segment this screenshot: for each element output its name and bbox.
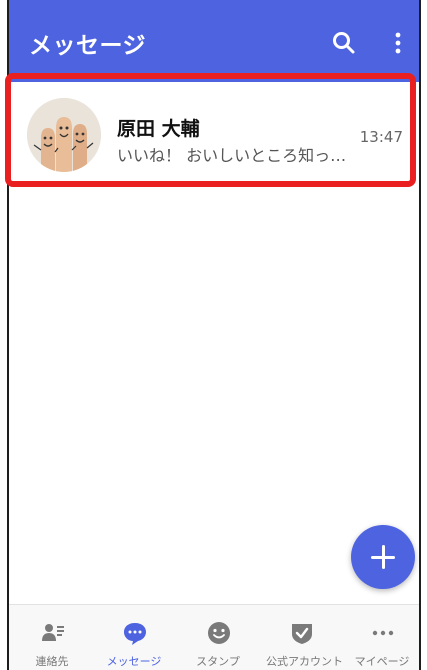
tab-label: 公式アカウント: [266, 655, 343, 668]
tab-contacts[interactable]: 連絡先: [17, 615, 87, 670]
tab-label: メッセージ: [106, 655, 162, 668]
new-chat-button[interactable]: [351, 525, 415, 589]
tab-label: スタンプ: [196, 655, 240, 668]
tab-messages[interactable]: メッセージ: [99, 615, 169, 670]
contacts-icon: [42, 624, 64, 641]
highlight-frame: [5, 73, 416, 187]
shield-check-icon: [292, 624, 312, 644]
more-vertical-icon[interactable]: [391, 30, 405, 56]
app-bar: メッセージ: [9, 0, 419, 82]
search-icon[interactable]: [331, 30, 357, 56]
tab-label: マイページ: [354, 655, 410, 668]
tab-stamps[interactable]: スタンプ: [183, 615, 253, 670]
tab-my-page[interactable]: マイページ: [347, 615, 417, 670]
tab-label: 連絡先: [35, 655, 69, 668]
smile-icon: [208, 622, 230, 644]
page-title: メッセージ: [29, 33, 147, 59]
more-horizontal-icon: [372, 630, 394, 636]
bottom-tab-bar: 連絡先 メッセージ スタンプ 公式アカウント マイページ: [9, 604, 419, 670]
message-icon: [124, 623, 146, 645]
tab-official-accounts[interactable]: 公式アカウント: [266, 615, 343, 670]
